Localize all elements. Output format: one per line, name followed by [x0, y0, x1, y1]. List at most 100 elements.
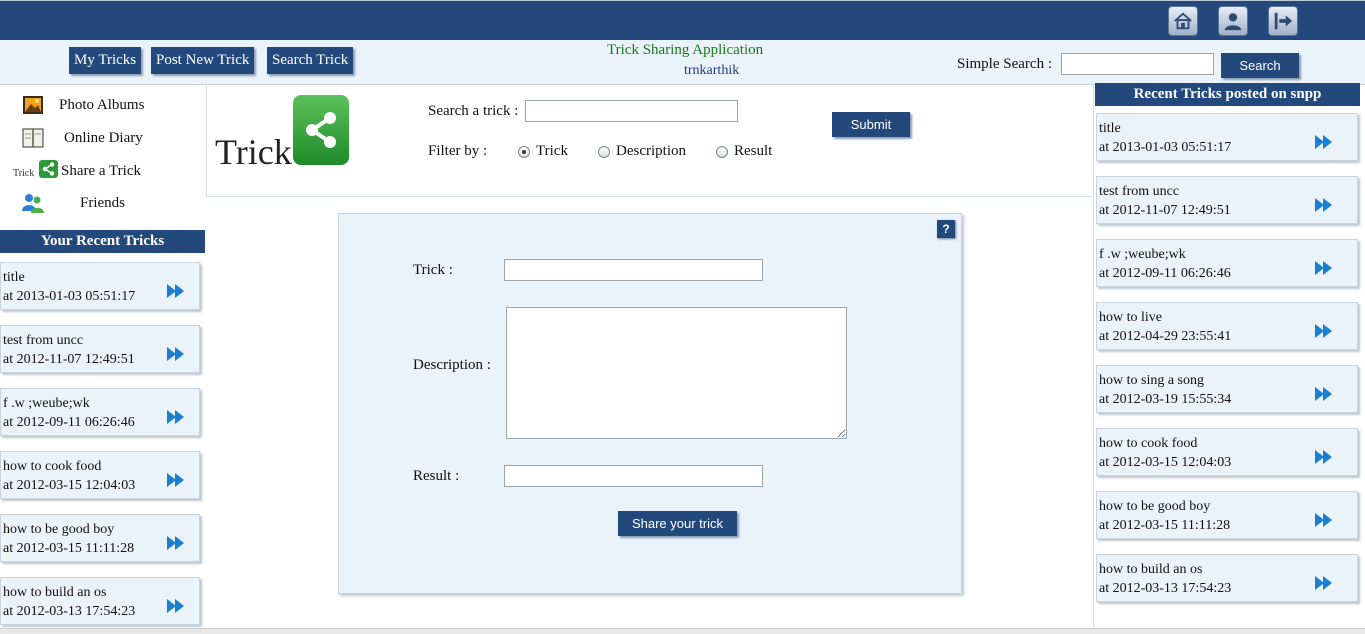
trick-title: how to live [1099, 310, 1162, 325]
simple-search-input[interactable] [1061, 53, 1214, 75]
my-tricks-button[interactable]: My Tricks [69, 47, 142, 74]
recent-trick-card[interactable]: how to build an os at 2012-03-13 17:54:2… [0, 577, 200, 625]
trick-timestamp: at 2012-03-13 17:54:23 [1099, 581, 1232, 596]
right-sidebar: Recent Tricks posted on snpp title at 20… [1093, 83, 1365, 634]
trick-timestamp: at 2012-11-07 12:49:51 [3, 352, 135, 367]
recent-trick-card[interactable]: how to live at 2012-04-29 23:55:41 [1096, 302, 1358, 350]
trick-timestamp: at 2012-03-15 11:11:28 [3, 541, 135, 556]
radio-button[interactable] [598, 145, 610, 158]
recent-trick-card[interactable]: how to cook food at 2012-03-15 12:04:03 [0, 451, 200, 499]
simple-search-label: Simple Search : [957, 56, 1052, 72]
top-header-bar [0, 0, 1365, 40]
photo-album-icon [22, 95, 44, 120]
forward-arrow-icon[interactable] [1315, 198, 1333, 212]
trick-input[interactable] [504, 259, 763, 281]
trick-title: f .w ;weube;wk [3, 396, 90, 411]
trick-timestamp: at 2012-04-29 23:55:41 [1099, 329, 1232, 344]
forward-arrow-icon[interactable] [167, 284, 185, 298]
logout-icon[interactable] [1268, 6, 1298, 36]
trick-timestamp: at 2012-03-15 12:04:03 [1099, 455, 1232, 470]
logo-text: Trick [215, 132, 292, 172]
home-icon[interactable] [1168, 6, 1198, 36]
forward-arrow-icon[interactable] [1315, 387, 1333, 401]
forward-arrow-icon[interactable] [167, 410, 185, 424]
username-link[interactable]: trnkarthik [684, 63, 739, 79]
share-your-trick-button[interactable]: Share your trick [618, 511, 737, 536]
description-label: Description : [413, 357, 491, 373]
filter-radio-trick[interactable]: Trick [518, 143, 568, 160]
trick-search-area: Trick Search a trick : Submit Filter by … [206, 85, 1093, 197]
result-input[interactable] [504, 465, 763, 487]
app-title: Trick Sharing Application [607, 42, 764, 58]
trick-title: how to cook food [3, 459, 102, 474]
forward-arrow-icon[interactable] [1315, 135, 1333, 149]
simple-search-button[interactable]: Search [1221, 53, 1299, 78]
trick-timestamp: at 2013-01-03 05:51:17 [1099, 140, 1232, 155]
sidebar-item-label: Online Diary [64, 130, 143, 146]
trick-title: how to cook food [1099, 436, 1198, 451]
recent-trick-card[interactable]: test from uncc at 2012-11-07 12:49:51 [1096, 176, 1358, 224]
sidebar-item-share-a-trick[interactable]: Trick Share a Trick [0, 155, 206, 185]
forward-arrow-icon[interactable] [167, 536, 185, 550]
recent-trick-card[interactable]: how to build an os at 2012-03-13 17:54:2… [1096, 554, 1358, 602]
trick-title: test from uncc [3, 333, 84, 348]
your-recent-tricks-header: Your Recent Tricks [0, 230, 205, 253]
recent-trick-card[interactable]: f .w ;weube;wk at 2012-09-11 06:26:46 [0, 388, 200, 436]
trick-timestamp: at 2012-03-19 15:55:34 [1099, 392, 1232, 407]
trick-logo: Trick [215, 93, 355, 188]
forward-arrow-icon[interactable] [1315, 324, 1333, 338]
trick-title: f .w ;weube;wk [1099, 247, 1186, 262]
sidebar-item-label: Friends [80, 195, 125, 211]
help-button[interactable]: ? [937, 220, 955, 238]
recent-trick-card[interactable]: title at 2013-01-03 05:51:17 [1096, 113, 1358, 161]
forward-arrow-icon[interactable] [1315, 450, 1333, 464]
recent-trick-card[interactable]: how to sing a song at 2012-03-19 15:55:3… [1096, 365, 1358, 413]
forward-arrow-icon[interactable] [1315, 576, 1333, 590]
radio-button[interactable] [518, 145, 530, 158]
forward-arrow-icon[interactable] [1315, 513, 1333, 527]
diary-icon [22, 128, 44, 153]
share-logo-icon [293, 95, 349, 165]
recent-trick-card[interactable]: title at 2013-01-03 05:51:17 [0, 262, 200, 310]
recent-trick-card[interactable]: how to be good boy at 2012-03-15 11:11:2… [1096, 491, 1358, 539]
result-label: Result : [413, 468, 460, 484]
sidebar-item-label: Photo Albums [59, 97, 145, 113]
trick-title: test from uncc [1099, 184, 1180, 199]
forward-arrow-icon[interactable] [1315, 261, 1333, 275]
filter-by-label: Filter by : [428, 143, 488, 159]
trick-title: title [1099, 121, 1121, 136]
description-textarea[interactable] [506, 307, 847, 439]
radio-button[interactable] [716, 145, 728, 158]
sidebar-item-friends[interactable]: Friends [0, 187, 206, 217]
trick-title: how to sing a song [1099, 373, 1204, 388]
forward-arrow-icon[interactable] [167, 473, 185, 487]
trick-title: how to build an os [1099, 562, 1203, 577]
filter-radio-result[interactable]: Result [716, 143, 772, 160]
submit-button[interactable]: Submit [832, 112, 910, 137]
search-trick-input[interactable] [525, 100, 738, 122]
sidebar-item-online-diary[interactable]: Online Diary [0, 122, 206, 152]
radio-label: Description [616, 143, 686, 159]
friends-icon [20, 191, 46, 220]
trick-timestamp: at 2012-03-13 17:54:23 [3, 604, 136, 619]
trick-title: how to build an os [3, 585, 107, 600]
trick-title: how to be good boy [3, 522, 115, 537]
left-sidebar: Photo Albums Online Diary Trick Share a … [0, 85, 206, 634]
sidebar-item-label: Share a Trick [61, 163, 141, 179]
forward-arrow-icon[interactable] [167, 347, 185, 361]
radio-label: Result [734, 143, 773, 159]
trick-title: how to be good boy [1099, 499, 1211, 514]
horizontal-scrollbar[interactable] [0, 628, 1365, 634]
recent-trick-card[interactable]: test from uncc at 2012-11-07 12:49:51 [0, 325, 200, 373]
search-trick-button[interactable]: Search Trick [267, 47, 354, 74]
filter-radio-description[interactable]: Description [598, 143, 686, 160]
recent-trick-card[interactable]: how to be good boy at 2012-03-15 11:11:2… [0, 514, 200, 562]
post-new-trick-button[interactable]: Post New Trick [151, 47, 255, 74]
search-trick-label: Search a trick : [428, 103, 519, 119]
recent-trick-card[interactable]: how to cook food at 2012-03-15 12:04:03 [1096, 428, 1358, 476]
trick-timestamp: at 2012-09-11 06:26:46 [3, 415, 135, 430]
user-icon[interactable] [1218, 6, 1248, 36]
forward-arrow-icon[interactable] [167, 599, 185, 613]
sidebar-item-photo-albums[interactable]: Photo Albums [0, 89, 206, 119]
recent-trick-card[interactable]: f .w ;weube;wk at 2012-09-11 06:26:46 [1096, 239, 1358, 287]
